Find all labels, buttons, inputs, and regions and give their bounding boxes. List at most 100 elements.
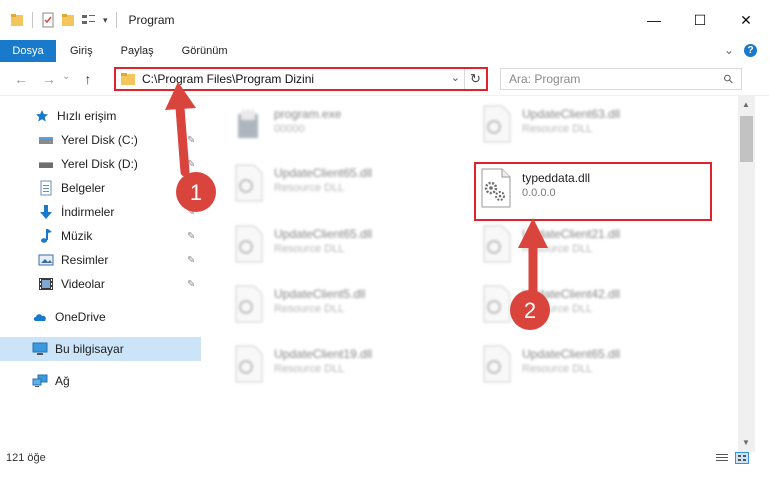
customize-qat-icon[interactable]: ▾ xyxy=(103,15,108,26)
pin-icon[interactable]: ✎ xyxy=(187,231,195,242)
file-item[interactable]: UpdateClient65.dll Resource DLL xyxy=(230,163,460,213)
up-button[interactable]: ↑ xyxy=(84,71,91,87)
pin-icon[interactable]: ✎ xyxy=(187,279,195,290)
vertical-scrollbar[interactable]: ▲ ▼ xyxy=(738,96,755,452)
file-description: 00000 xyxy=(274,123,305,135)
item-count: 121 öğe xyxy=(6,452,46,464)
file-item[interactable]: UpdateClient5.dll Resource DLL xyxy=(230,284,460,334)
sidebar-item-pictures[interactable]: Resimler ✎ xyxy=(0,248,210,272)
file-item[interactable]: program.exe 00000 xyxy=(230,104,460,154)
address-dropdown-icon[interactable]: ⌄ xyxy=(451,71,460,84)
file-name: UpdateClient63.dll xyxy=(522,107,621,121)
search-icon: ⚲ xyxy=(720,70,737,88)
music-icon xyxy=(38,228,54,244)
details-view-icon[interactable] xyxy=(715,452,729,464)
sidebar-item-onedrive[interactable]: OneDrive xyxy=(0,305,210,329)
address-bar[interactable]: C:\Program Files\Program Dizini ⌄ ↻ xyxy=(114,67,488,91)
cloud-icon xyxy=(32,309,48,325)
properties-icon[interactable] xyxy=(41,12,55,28)
file-item[interactable]: UpdateClient21.dll Resource DLL xyxy=(478,224,708,274)
close-button[interactable]: ✕ xyxy=(723,0,769,40)
file-name: UpdateClient21.dll xyxy=(522,227,621,241)
exe-file-icon xyxy=(238,110,258,138)
ribbon-controls: ⌄ ? xyxy=(724,43,757,57)
sidebar-item-videos[interactable]: Videolar ✎ xyxy=(0,272,210,296)
dll-file-icon xyxy=(235,345,263,383)
forward-button[interactable]: → xyxy=(42,71,56,87)
dll-file-icon xyxy=(235,164,263,202)
maximize-button[interactable]: ☐ xyxy=(677,0,723,40)
tab-view[interactable]: Görünüm xyxy=(168,40,242,62)
pin-icon[interactable]: ✎ xyxy=(187,207,195,218)
pin-icon[interactable]: ✎ xyxy=(187,183,195,194)
sidebar-item-documents[interactable]: Belgeler ✎ xyxy=(0,176,210,200)
file-item[interactable]: UpdateClient65.dll Resource DLL xyxy=(230,224,460,274)
file-item[interactable]: UpdateClient63.dll Resource DLL xyxy=(478,104,708,154)
folder-icon xyxy=(121,73,135,85)
pin-icon[interactable]: ✎ xyxy=(187,255,195,266)
sidebar-item-downloads[interactable]: İndirmeler ✎ xyxy=(0,200,210,224)
tab-home[interactable]: Giriş xyxy=(56,40,107,62)
dll-file-icon xyxy=(483,225,511,263)
sidebar-item-label: Belgeler xyxy=(61,181,106,195)
view-options-icon[interactable] xyxy=(81,12,97,28)
quick-access-toolbar: ▾ xyxy=(0,12,119,28)
sidebar-item-local-disk-d[interactable]: Yerel Disk (D:) ✎ xyxy=(0,152,210,176)
sidebar-item-this-pc[interactable]: Bu bilgisayar xyxy=(0,337,201,361)
recent-locations-icon[interactable]: ⌄ xyxy=(62,71,70,87)
refresh-button[interactable]: ↻ xyxy=(464,69,486,89)
dll-file-icon xyxy=(235,225,263,263)
navigation-pane: Hızlı erişim Yerel Disk (C:) ✎ Yerel Dis… xyxy=(0,96,210,446)
file-item[interactable]: UpdateClient19.dll Resource DLL xyxy=(230,344,460,394)
pictures-icon xyxy=(38,252,54,268)
status-bar: 121 öğe xyxy=(0,452,769,468)
folder-icon[interactable] xyxy=(10,12,24,28)
sidebar-item-label: Hızlı erişim xyxy=(57,109,117,123)
tiles-view-icon[interactable] xyxy=(735,452,749,464)
window-controls: — ☐ ✕ xyxy=(631,0,769,40)
scroll-down-icon[interactable]: ▼ xyxy=(742,438,750,447)
sidebar-item-label: Yerel Disk (D:) xyxy=(61,157,138,171)
file-description: Resource DLL xyxy=(274,303,345,315)
file-item[interactable]: UpdateClient42.dll Resource DLL xyxy=(478,284,708,334)
sidebar-item-label: Videolar xyxy=(61,277,105,291)
computer-icon xyxy=(32,341,48,357)
sidebar-item-network[interactable]: Ağ xyxy=(0,369,210,393)
address-path[interactable]: C:\Program Files\Program Dizini xyxy=(142,72,314,86)
ribbon-tabs: Dosya Giriş Paylaş Görünüm ⌄ ? xyxy=(0,40,769,62)
sidebar-item-label: Yerel Disk (C:) xyxy=(61,133,138,147)
tab-share[interactable]: Paylaş xyxy=(107,40,168,62)
highlight-box xyxy=(474,162,712,221)
view-switcher xyxy=(715,452,749,464)
file-name: UpdateClient65.dll xyxy=(274,227,373,241)
search-box[interactable]: Ara: Program ⚲ xyxy=(500,68,742,90)
pin-icon[interactable]: ✎ xyxy=(187,159,195,170)
separator xyxy=(32,12,33,28)
scroll-thumb[interactable] xyxy=(740,116,753,162)
sidebar-item-label: Bu bilgisayar xyxy=(55,342,124,356)
help-icon[interactable]: ? xyxy=(744,43,757,57)
scroll-up-icon[interactable]: ▲ xyxy=(742,100,750,109)
sidebar-item-quick-access[interactable]: Hızlı erişim xyxy=(0,104,210,128)
drive-icon xyxy=(38,156,54,172)
documents-icon xyxy=(38,180,54,196)
file-description: Resource DLL xyxy=(522,123,593,135)
sidebar-item-label: Müzik xyxy=(61,229,93,243)
separator xyxy=(115,12,117,28)
sidebar-item-label: İndirmeler xyxy=(61,205,115,219)
minimize-button[interactable]: — xyxy=(631,0,677,40)
expand-ribbon-icon[interactable]: ⌄ xyxy=(724,43,734,57)
sidebar-item-label: Ağ xyxy=(55,374,70,388)
file-description: Resource DLL xyxy=(522,303,593,315)
new-folder-icon[interactable] xyxy=(61,12,75,28)
back-button[interactable]: ← xyxy=(14,71,28,87)
sidebar-item-local-disk-c[interactable]: Yerel Disk (C:) ✎ xyxy=(0,128,210,152)
pin-icon[interactable]: ✎ xyxy=(187,135,195,146)
file-description: Resource DLL xyxy=(522,243,593,255)
file-item[interactable]: UpdateClient65.dll Resource DLL xyxy=(478,344,708,394)
tab-file[interactable]: Dosya xyxy=(0,40,56,62)
sidebar-item-music[interactable]: Müzik ✎ xyxy=(0,224,210,248)
search-input[interactable]: Ara: Program xyxy=(509,72,580,86)
file-description: Resource DLL xyxy=(274,363,345,375)
sidebar-item-label: OneDrive xyxy=(55,310,106,324)
